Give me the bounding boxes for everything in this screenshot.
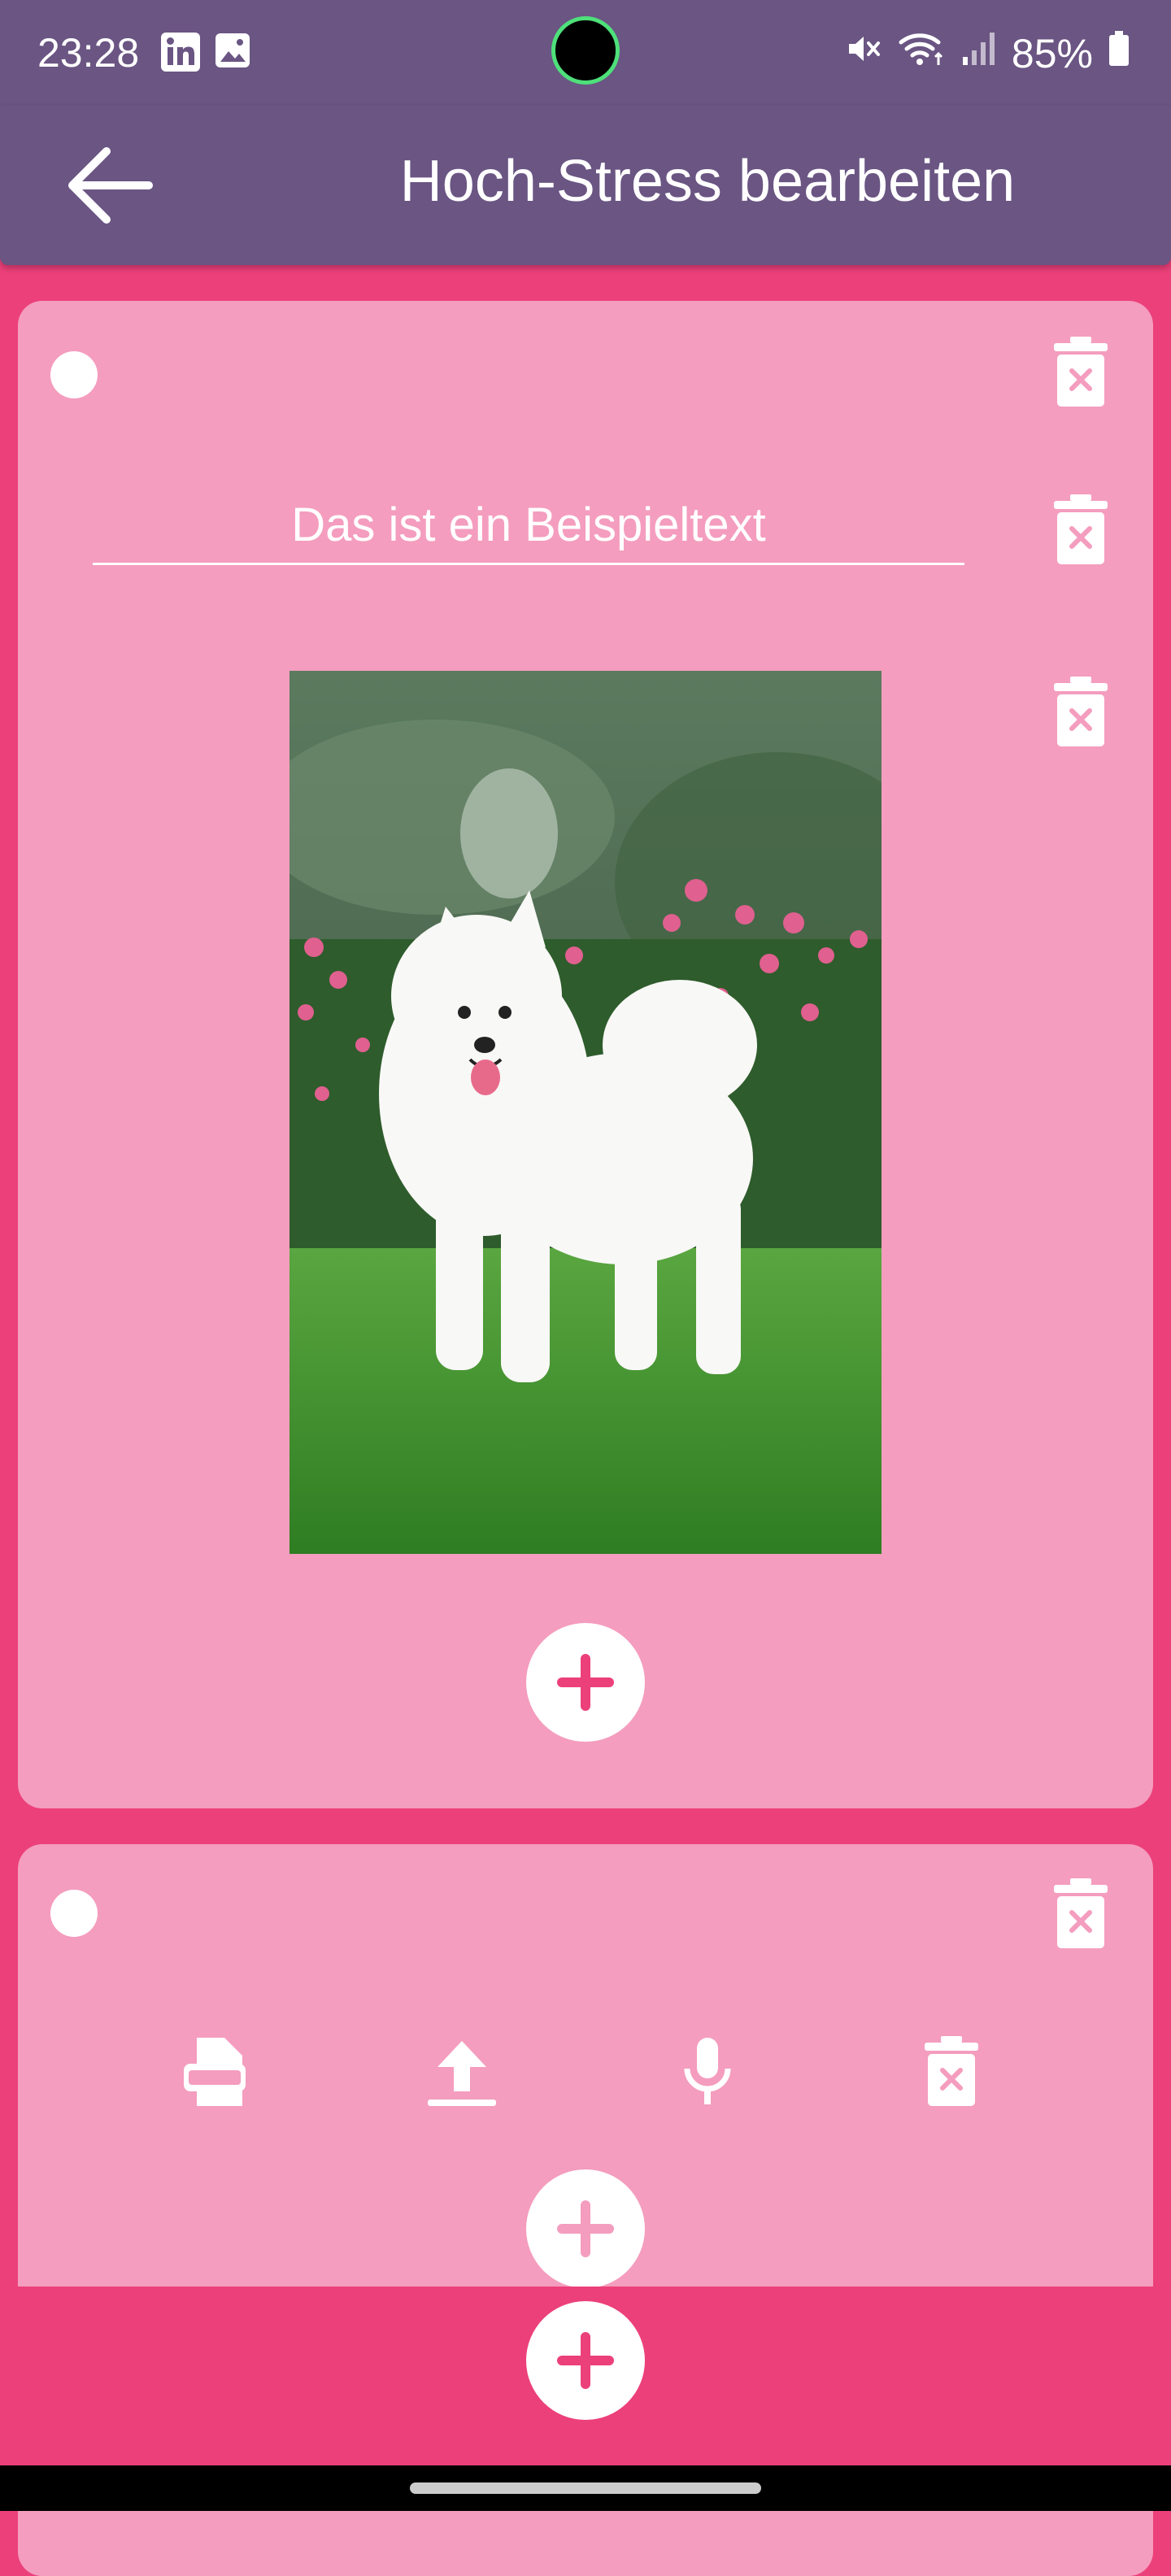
trash-icon — [1054, 337, 1108, 407]
delete-icon — [925, 2036, 978, 2106]
plus-icon — [557, 2200, 614, 2257]
add-item-button[interactable] — [526, 2169, 645, 2288]
trash-icon — [1054, 1878, 1108, 1948]
delete-image-button[interactable] — [1052, 677, 1109, 748]
plus-icon — [557, 1654, 614, 1711]
delete-item-button[interactable] — [911, 2031, 992, 2113]
delete-card-button[interactable] — [1052, 337, 1109, 408]
arrow-left-icon — [68, 147, 153, 224]
record-audio-button[interactable] — [667, 2031, 748, 2113]
app-bar: Hoch-Stress bearbeiten — [0, 106, 1171, 265]
status-bar: 23:28 85% — [0, 0, 1171, 106]
drag-handle-dot[interactable] — [50, 351, 98, 398]
signal-icon — [961, 29, 997, 78]
status-right-group: 85% — [844, 29, 1130, 78]
plus-icon — [557, 2332, 614, 2389]
upload-icon — [428, 2041, 496, 2106]
mute-icon — [844, 29, 883, 78]
trash-icon — [1054, 677, 1108, 746]
bottom-bar — [0, 2287, 1171, 2465]
linkedin-icon — [159, 31, 202, 77]
upload-image-button[interactable] — [421, 2031, 503, 2113]
back-button[interactable] — [60, 137, 158, 234]
delete-card-button[interactable] — [1052, 1878, 1109, 1950]
trash-icon — [1054, 494, 1108, 564]
page-title: Hoch-Stress bearbeiten — [399, 149, 1016, 214]
text-item-field[interactable]: Das ist ein Beispieltext — [93, 493, 964, 565]
front-camera — [551, 16, 620, 85]
add-item-button[interactable] — [526, 1623, 645, 1742]
drag-handle-dot[interactable] — [50, 1890, 98, 1937]
battery-icon — [1108, 29, 1130, 78]
gallery-icon — [213, 31, 252, 74]
microphone-icon — [684, 2038, 731, 2104]
delete-text-button[interactable] — [1052, 494, 1109, 566]
add-card-button[interactable] — [526, 2301, 645, 2420]
document-icon — [184, 2038, 246, 2106]
add-text-button[interactable] — [174, 2031, 255, 2113]
wifi-icon — [898, 29, 947, 78]
home-gesture-handle[interactable] — [410, 2482, 761, 2494]
status-time: 23:28 — [37, 30, 140, 76]
dog-photo — [289, 671, 882, 1554]
battery-percent: 85% — [1011, 31, 1093, 76]
stress-card-1: Das ist ein Beispieltext — [18, 301, 1153, 1808]
